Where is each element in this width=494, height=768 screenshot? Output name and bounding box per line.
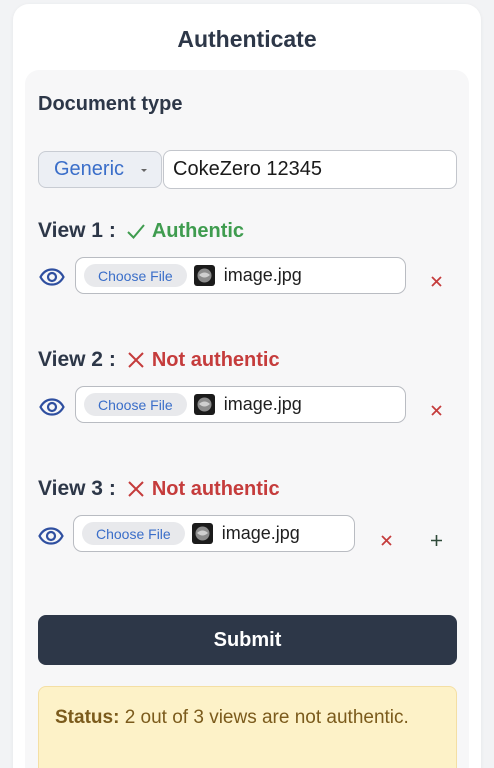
submit-button[interactable]: Submit: [38, 615, 457, 665]
document-type-label: Document type: [38, 93, 183, 115]
file-input-view-3[interactable]: Choose File image.jpg: [73, 515, 355, 552]
remove-view-3-button[interactable]: [378, 532, 394, 548]
view-3-heading: View 3 : Not authentic: [38, 477, 280, 501]
view-status: Not authentic: [151, 348, 280, 371]
eye-icon[interactable]: [38, 527, 64, 545]
eye-icon[interactable]: [39, 398, 65, 416]
document-type-select[interactable]: Generic: [38, 151, 162, 188]
cross-icon: [128, 481, 144, 497]
document-type-selected: Generic: [54, 158, 125, 180]
page-title: Authenticate: [177, 26, 317, 52]
choose-file-button[interactable]: Choose File: [84, 264, 187, 287]
file-input-view-1[interactable]: Choose File image.jpg: [75, 257, 406, 294]
status-label: Status:: [55, 707, 120, 728]
view-label: View 3 :: [38, 477, 116, 500]
image-thumbnail: [193, 265, 215, 286]
file-name: image.jpg: [223, 394, 302, 414]
chevron-down-icon: [141, 169, 147, 172]
image-thumbnail: [191, 523, 213, 544]
close-icon: [430, 275, 442, 287]
file-name: image.jpg: [223, 265, 302, 285]
plus-icon: [430, 534, 442, 546]
view-1-heading: View 1 : Authentic: [38, 219, 244, 243]
view-label: View 2 :: [38, 348, 116, 371]
eye-icon[interactable]: [39, 268, 65, 286]
status-message: 2 out of 3 views are not authentic.: [124, 707, 409, 728]
remove-view-2-button[interactable]: [428, 402, 444, 418]
remove-view-1-button[interactable]: [428, 273, 444, 289]
image-thumbnail: [193, 394, 215, 415]
status-alert: Status: 2 out of 3 views are not authent…: [38, 686, 457, 768]
view-label: View 1 :: [38, 219, 116, 242]
close-icon: [380, 534, 392, 546]
close-icon: [430, 404, 442, 416]
choose-file-button[interactable]: Choose File: [84, 393, 187, 416]
file-input-view-2[interactable]: Choose File image.jpg: [75, 386, 406, 423]
document-id-input[interactable]: [163, 150, 457, 189]
checkmark-icon: [127, 224, 145, 239]
view-status: Authentic: [151, 219, 245, 242]
view-2-heading: View 2 : Not authentic: [38, 348, 280, 372]
view-status: Not authentic: [151, 477, 280, 500]
choose-file-button[interactable]: Choose File: [82, 522, 185, 545]
file-name: image.jpg: [221, 523, 300, 543]
cross-icon: [128, 352, 144, 368]
add-view-button[interactable]: [428, 532, 444, 548]
